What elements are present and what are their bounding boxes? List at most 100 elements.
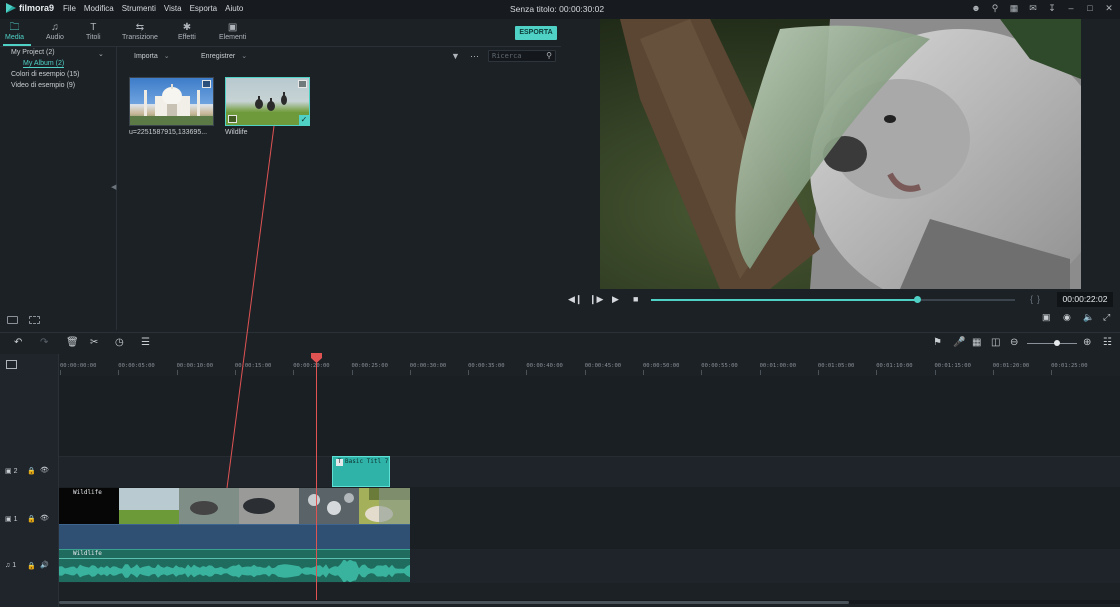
cut-icon[interactable]: ✂	[90, 337, 98, 348]
redo-icon[interactable]: ↷	[40, 337, 48, 348]
chevron-down-icon: ⌄	[163, 53, 170, 60]
zoom-in-icon[interactable]: ⊕	[1083, 337, 1091, 348]
library-project[interactable]: My Project (2)	[11, 49, 55, 56]
zoom-slider-handle[interactable]	[1054, 340, 1060, 346]
library-sample-videos[interactable]: Video di esempio (9)	[11, 82, 75, 89]
play-frame-icon[interactable]: ❙▶	[589, 294, 603, 305]
menu-file[interactable]: File	[63, 4, 76, 13]
lock-icon[interactable]: 🔒	[27, 562, 36, 570]
previous-frame-icon[interactable]: ◀❙	[568, 294, 582, 305]
playback-progress-handle[interactable]	[914, 296, 921, 303]
lock-icon[interactable]: 🔒	[27, 467, 36, 475]
mark-in-out-icon[interactable]: {}	[1030, 294, 1044, 304]
media-library: u=2251587915,133695... ✓ Wildlife	[118, 65, 561, 330]
document-title-text: Senza titolo:	[510, 4, 557, 14]
render-preview-icon[interactable]: ◫	[991, 337, 1000, 348]
track-2-header: ▣ 2	[5, 467, 17, 475]
download-icon[interactable]: ↧	[1047, 3, 1057, 14]
menu-vista[interactable]: Vista	[164, 4, 182, 13]
library-album[interactable]: My Album (2)	[23, 60, 65, 68]
tab-media[interactable]: 🗀 Media	[5, 22, 24, 41]
collapse-arrow-icon[interactable]: ◀	[111, 183, 116, 191]
video-track-icon: ▣	[5, 516, 12, 523]
library-panel: My Project (2) ⌄ My Album (2) Colori di …	[0, 47, 117, 330]
ruler-tick	[817, 370, 819, 375]
close-icon[interactable]: ✕	[1104, 3, 1114, 14]
timeline-scrollbar-thumb[interactable]	[59, 601, 849, 604]
tab-elementi[interactable]: ▣ Elementi	[219, 22, 246, 41]
mail-icon[interactable]: ✉	[1028, 3, 1038, 14]
speed-icon[interactable]: ◷	[115, 337, 124, 348]
ruler-tick-label: 00:01:25:00	[1051, 363, 1088, 369]
import-dropdown[interactable]: Importa ⌄	[134, 52, 170, 60]
menu-strumenti[interactable]: Strumenti	[122, 4, 156, 13]
tab-effetti[interactable]: ✱ Effetti	[178, 22, 196, 41]
display-settings-icon[interactable]: ▣	[1042, 312, 1051, 323]
timeline-settings-icon[interactable]: ☷	[1103, 337, 1112, 348]
video-preview[interactable]	[600, 19, 1081, 289]
record-label: Enregistrer	[201, 53, 236, 60]
delete-folder-icon[interactable]	[29, 316, 40, 324]
minimize-icon[interactable]: –	[1066, 3, 1076, 14]
maximize-icon[interactable]: □	[1085, 3, 1095, 14]
fullscreen-icon[interactable]: ⤢	[1103, 312, 1110, 323]
search-icon[interactable]: ⚲	[546, 51, 552, 60]
audio-mixer-icon[interactable]: ▦	[972, 337, 981, 348]
title-clip[interactable]: Basic Titl 7 T	[332, 456, 390, 487]
zoom-out-icon[interactable]: ⊖	[1010, 337, 1018, 348]
tab-effetti-label: Effetti	[178, 34, 196, 41]
video-clip-audio-strip[interactable]	[59, 524, 410, 549]
tab-audio-label: Audio	[46, 34, 64, 41]
track-1-header: ▣ 1	[5, 515, 17, 523]
playhead-line[interactable]	[316, 356, 317, 601]
koala-frame	[600, 19, 1081, 289]
chevron-down-icon[interactable]: ⌄	[98, 50, 104, 58]
play-icon[interactable]: ▶	[612, 294, 619, 305]
undo-icon[interactable]: ↶	[14, 337, 22, 348]
account-icon[interactable]: ☻	[971, 3, 981, 14]
library-sample-colors[interactable]: Colori di esempio (15)	[11, 71, 79, 78]
adjust-icon[interactable]: ☰	[141, 337, 150, 348]
tab-titoli[interactable]: T Titoli	[86, 22, 101, 41]
ruler-tick-label: 00:00:10:00	[176, 363, 214, 369]
menu-esporta[interactable]: Esporta	[190, 4, 218, 13]
eye-icon[interactable]: 👁	[40, 466, 49, 474]
marker-icon[interactable]: ⚑	[933, 337, 942, 348]
media-thumbnail-wildlife[interactable]: ✓	[225, 77, 310, 126]
document-title: Senza titolo: 00:00:30:02	[510, 4, 604, 14]
tab-transizione[interactable]: ⇆ Transizione	[122, 22, 158, 41]
ruler-tick-label: 00:00:15:00	[234, 363, 272, 369]
volume-icon[interactable]: 🔈	[1083, 312, 1094, 323]
export-button[interactable]: ESPORTA	[515, 26, 557, 40]
add-track-icon[interactable]	[6, 360, 17, 369]
microphone-icon[interactable]: 🎤	[953, 337, 965, 348]
audio-clip-label: Wildlife	[73, 550, 102, 557]
media-thumbnail-taj[interactable]	[129, 77, 214, 126]
search-input[interactable]: Ricerca ⚲	[488, 50, 556, 62]
menu-bar: File Modifica Strumenti Vista Esporta Ai…	[63, 4, 243, 13]
video-type-icon	[228, 115, 237, 123]
new-folder-icon[interactable]	[7, 316, 18, 324]
eye-icon[interactable]: 👁	[40, 514, 49, 522]
lock-icon[interactable]: 🔒	[27, 515, 36, 523]
ruler-tick-label: 00:00:05:00	[118, 363, 155, 369]
cart-icon[interactable]: ⚲	[990, 3, 1000, 14]
record-dropdown[interactable]: Enregistrer ⌄	[201, 52, 247, 60]
delete-icon[interactable]: 🗑	[66, 337, 79, 348]
stop-icon[interactable]: ■	[633, 294, 638, 304]
track-2-row[interactable]	[59, 456, 1120, 487]
zoom-slider-track[interactable]	[1027, 343, 1077, 344]
speaker-icon[interactable]: 🔊	[40, 561, 49, 569]
video-clip-thumbnails[interactable]: Wildlife	[59, 488, 410, 524]
audio-track-header: ♫ 1	[5, 562, 16, 569]
snapshot-icon[interactable]: ◉	[1063, 312, 1071, 323]
track-1-number: 1	[13, 516, 18, 523]
menu-aiuto[interactable]: Aiuto	[225, 4, 243, 13]
filter-icon[interactable]: ▼	[451, 51, 460, 61]
grid-view-icon[interactable]: ⋯	[470, 51, 479, 62]
ruler-tick	[701, 370, 703, 375]
gift-icon[interactable]: ▦	[1009, 3, 1019, 14]
menu-modifica[interactable]: Modifica	[84, 4, 114, 13]
audio-clip[interactable]: Wildlife	[59, 549, 410, 582]
tab-audio[interactable]: ♫ Audio	[46, 22, 64, 41]
